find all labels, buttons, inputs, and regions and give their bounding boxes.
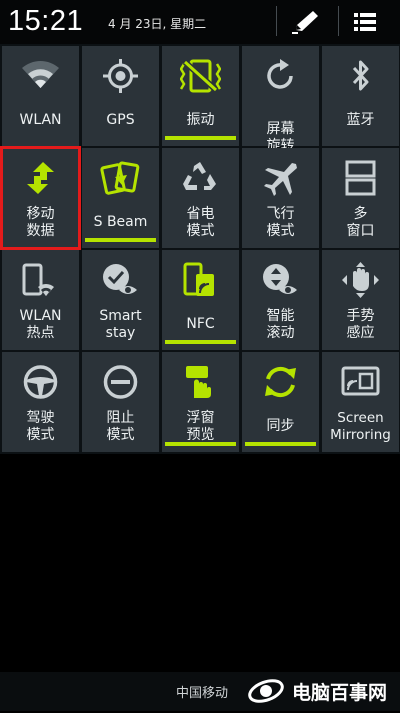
tile-s-beam[interactable]: S Beam <box>82 148 159 248</box>
tile-label: 省电 模式 <box>186 206 215 239</box>
tile-label: WLAN 热点 <box>19 308 62 341</box>
tile-label: 移动 数据 <box>26 206 55 239</box>
tile-wifi-hotspot[interactable]: WLAN 热点 <box>2 250 79 350</box>
watermark-text: 电脑百事网 <box>292 682 388 704</box>
tile-label: 振动 <box>186 112 215 128</box>
tile-screen-mirroring[interactable]: Screen Mirroring <box>322 352 399 452</box>
tile-power-saving[interactable]: 省电 模式 <box>162 148 239 248</box>
tile-gesture[interactable]: 手势 感应 <box>322 250 399 350</box>
tile-label: 蓝牙 <box>346 112 375 128</box>
edit-button[interactable] <box>282 4 334 40</box>
tile-label: S Beam <box>93 214 148 230</box>
tile-air-view[interactable]: 浮窗 预览 <box>162 352 239 452</box>
tile-label: 同步 <box>266 418 295 434</box>
tile-label: 驾驶 模式 <box>26 410 55 443</box>
active-indicator <box>85 238 156 242</box>
active-indicator <box>165 136 236 140</box>
tile-label: NFC <box>186 316 215 332</box>
tile-smart-scroll[interactable]: 智能 滚动 <box>242 250 319 350</box>
quick-settings-grid: WLAN GPS 振动 屏幕 旋转 蓝牙 移动 数据 S Beam 省电 模式 … <box>0 44 400 454</box>
tile-label: 飞行 模式 <box>266 206 295 239</box>
divider <box>338 6 339 36</box>
tile-multi-window[interactable]: 多 窗口 <box>322 148 399 248</box>
tile-label: Smart stay <box>99 308 142 341</box>
bottom-bar: 中国移动 电脑百事网 <box>0 672 400 711</box>
tile-label: 手势 感应 <box>346 308 375 341</box>
tile-label: 阻止 模式 <box>106 410 135 443</box>
tile-sync[interactable]: 同步 <box>242 352 319 452</box>
date-label: 4 月 23日, 星期二 <box>108 17 207 31</box>
menu-button[interactable] <box>344 4 396 40</box>
tile-mobile-data[interactable]: 移动 数据 <box>0 146 81 250</box>
tile-label: Screen Mirroring <box>330 410 391 443</box>
tile-label: 浮窗 预览 <box>186 410 215 443</box>
tile-bluetooth[interactable]: 蓝牙 <box>322 46 399 146</box>
tile-smart-stay[interactable]: Smart stay <box>82 250 159 350</box>
active-indicator <box>165 442 236 446</box>
carrier-label: 中国移动 <box>176 686 229 701</box>
tile-nfc[interactable]: NFC <box>162 250 239 350</box>
tile-screen-rotate[interactable]: 屏幕 旋转 <box>242 46 319 154</box>
tile-label: 智能 滚动 <box>266 308 295 341</box>
active-indicator <box>165 340 236 344</box>
tile-airplane[interactable]: 飞行 模式 <box>242 148 319 248</box>
clock: 15:21 <box>8 5 84 37</box>
tile-vibrate[interactable]: 振动 <box>162 46 239 146</box>
tile-label: GPS <box>106 112 135 128</box>
active-indicator <box>245 442 316 446</box>
tile-label: 多 窗口 <box>346 206 375 239</box>
tile-label: WLAN <box>19 112 62 128</box>
tile-gps[interactable]: GPS <box>82 46 159 146</box>
tile-blocking-mode[interactable]: 阻止 模式 <box>82 352 159 452</box>
divider <box>276 6 277 36</box>
pc841-logo-icon <box>246 674 286 713</box>
tile-driving-mode[interactable]: 驾驶 模式 <box>2 352 79 452</box>
status-bar: 15:21 4 月 23日, 星期二 <box>0 0 400 44</box>
tile-wlan[interactable]: WLAN <box>2 46 79 146</box>
